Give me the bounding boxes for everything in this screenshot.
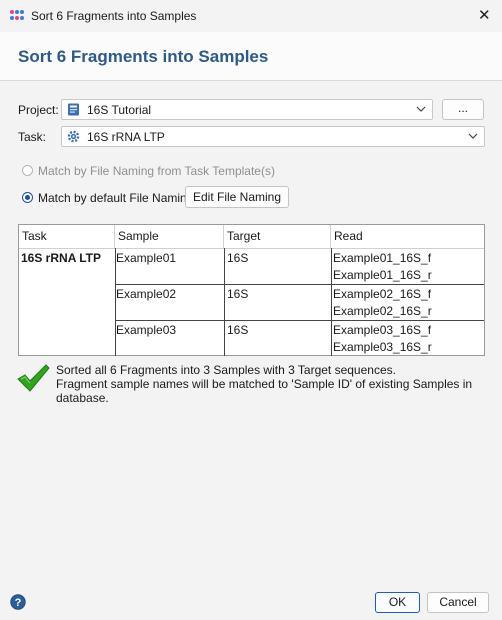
read-cell[interactable]: Example03_16S_r (333, 340, 432, 354)
read-cell[interactable]: Example03_16S_f (333, 323, 431, 337)
grid-divider (224, 248, 225, 284)
column-header-sample[interactable]: Sample (115, 225, 224, 248)
chevron-down-icon[interactable] (468, 131, 478, 141)
read-cell[interactable]: Example01_16S_f (333, 251, 431, 265)
default-naming-label: Match by default File Naming (38, 191, 194, 205)
status-message: Sorted all 6 Fragments into 3 Samples wi… (56, 363, 502, 405)
grid-divider (331, 248, 332, 356)
target-cell[interactable]: 16S (227, 251, 248, 265)
gear-icon (67, 130, 80, 143)
default-naming-radio[interactable] (22, 192, 33, 203)
project-icon (68, 103, 79, 116)
task-label: Task: (18, 130, 47, 144)
page-title: Sort 6 Fragments into Samples (18, 47, 269, 66)
cancel-button[interactable]: Cancel (427, 592, 489, 613)
read-cell[interactable]: Example01_16S_r (333, 268, 432, 282)
column-header-task[interactable]: Task (19, 225, 115, 248)
grid-divider (115, 284, 484, 285)
task-cell: 16S rRNA LTP (21, 251, 102, 265)
grid-divider (224, 285, 225, 320)
browse-project-button[interactable]: ... (442, 99, 484, 120)
column-header-read[interactable]: Read (331, 225, 484, 248)
project-label: Project: (18, 103, 59, 117)
project-value: 16S Tutorial (87, 103, 152, 117)
close-icon[interactable]: ✕ (478, 6, 491, 24)
ok-button[interactable]: OK (375, 592, 420, 613)
fragments-table[interactable]: Task Sample Target Read 16S rRNA LTP Exa… (18, 224, 485, 356)
task-combobox[interactable]: 16S rRNA LTP (61, 126, 485, 147)
checkmark-icon (17, 364, 50, 392)
app-icon (10, 10, 24, 22)
title-bar: Sort 6 Fragments into Samples ✕ (0, 0, 502, 32)
table-header: Task Sample Target Read (19, 225, 484, 249)
task-value: 16S rRNA LTP (87, 130, 165, 144)
grid-divider (224, 321, 225, 356)
window-title: Sort 6 Fragments into Samples (31, 9, 197, 23)
sample-cell[interactable]: Example01 (116, 251, 176, 265)
help-icon[interactable]: ? (10, 594, 26, 610)
status-line: Fragment sample names will be matched to… (56, 377, 473, 405)
read-cell[interactable]: Example02_16S_r (333, 304, 432, 318)
sample-cell[interactable]: Example02 (116, 287, 176, 301)
grid-divider (115, 320, 484, 321)
template-naming-label: Match by File Naming from Task Template(… (38, 164, 275, 178)
edit-file-naming-button[interactable]: Edit File Naming (185, 186, 289, 208)
target-cell[interactable]: 16S (227, 323, 248, 337)
target-cell[interactable]: 16S (227, 287, 248, 301)
status-line: Sorted all 6 Fragments into 3 Samples wi… (56, 363, 396, 377)
template-naming-radio[interactable] (22, 165, 33, 176)
project-combobox[interactable]: 16S Tutorial (61, 99, 433, 120)
column-header-target[interactable]: Target (224, 225, 331, 248)
svg-text:?: ? (15, 597, 22, 609)
chevron-down-icon[interactable] (416, 104, 426, 114)
read-cell[interactable]: Example02_16S_f (333, 287, 431, 301)
sample-cell[interactable]: Example03 (116, 323, 176, 337)
